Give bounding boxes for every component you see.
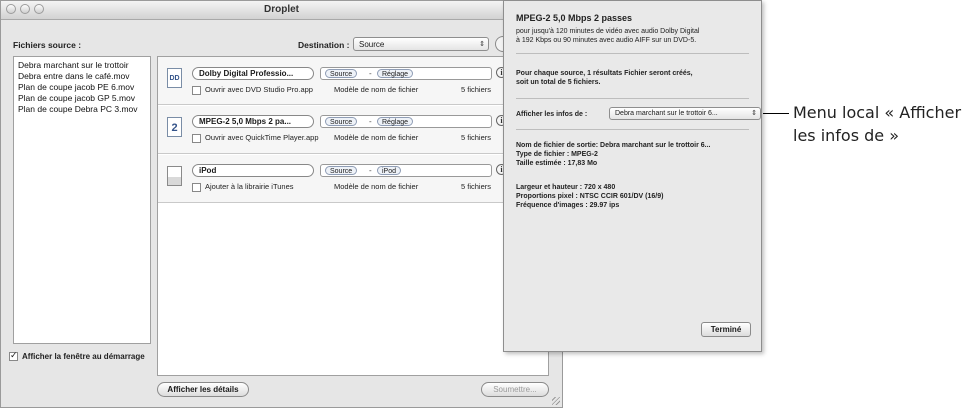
destination-label: Destination : — [298, 40, 350, 50]
setting-row[interactable]: iPod Source - iPod i Ajouter à la librai… — [158, 155, 548, 203]
output-filename: Nom de fichier de sortie: Debra marchant… — [516, 142, 711, 149]
setting-name: MPEG-2 5,0 Mbps 2 pa... — [199, 117, 292, 126]
show-info-value: Debra marchant sur le trottoir 6... — [615, 110, 718, 117]
pixel-aspect: Proportions pixel : NTSC CCIR 601/DV (16… — [516, 193, 664, 200]
source-file-item[interactable]: Debra entre dans le café.mov — [18, 71, 146, 82]
callout-line — [763, 113, 789, 114]
droplet-window: Droplet Fichiers source : Destination : … — [0, 0, 563, 408]
template-label: Modèle de nom de fichier — [334, 85, 419, 94]
drawer-desc-2: à 192 Kbps ou 90 minutes avec audio AIFF… — [516, 37, 697, 44]
frame-rate: Fréquence d'images : 29.97 ips — [516, 202, 620, 209]
template-label: Modèle de nom de fichier — [334, 133, 419, 142]
estimated-size: Taille estimée : 17,83 Mo — [516, 160, 598, 167]
done-button[interactable]: Terminé — [701, 322, 751, 337]
open-with-checkbox[interactable] — [192, 134, 201, 143]
token-source[interactable]: Source — [325, 166, 358, 175]
source-file-item[interactable]: Plan de coupe jacob GP 5.mov — [18, 93, 146, 104]
divider — [516, 129, 749, 130]
info-drawer: MPEG-2 5,0 Mbps 2 passes pour jusqu'à 12… — [503, 0, 762, 352]
destination-value: Source — [359, 40, 385, 49]
show-details-button[interactable]: Afficher les détails — [157, 382, 249, 397]
show-info-label: Afficher les infos de : — [516, 111, 588, 118]
resize-grip-icon[interactable] — [552, 397, 560, 405]
token-source[interactable]: Source — [325, 117, 358, 126]
source-file-item[interactable]: Plan de coupe Debra PC 3.mov — [18, 104, 146, 115]
ipod-icon — [167, 166, 182, 186]
file-count: 5 fichiers — [461, 85, 492, 94]
setting-popup[interactable]: MPEG-2 5,0 Mbps 2 pa... — [192, 115, 314, 128]
divider — [516, 53, 749, 54]
callout-line-2: les infos de » — [793, 126, 900, 145]
dimensions: Largeur et hauteur : 720 x 480 — [516, 184, 616, 191]
popup-arrows-icon: ⇕ — [479, 41, 485, 48]
show-at-startup-checkbox[interactable]: ✓ — [9, 350, 18, 361]
window-title: Droplet — [264, 4, 299, 15]
token-setting[interactable]: Réglage — [377, 69, 414, 78]
source-files-list[interactable]: Debra marchant sur le trottoir Debra ent… — [13, 56, 151, 344]
title-bar[interactable]: Droplet — [1, 1, 562, 20]
callout-text: Menu local « Afficher les infos de » — [793, 101, 961, 147]
open-with-checkbox[interactable] — [192, 86, 201, 95]
source-file-item[interactable]: Plan de coupe jacob PE 6.mov — [18, 82, 146, 93]
setting-row[interactable]: DD Dolby Digital Professio... Source - R… — [158, 57, 548, 105]
dd-icon: DD — [167, 68, 182, 88]
setting-popup[interactable]: Dolby Digital Professio... — [192, 67, 314, 80]
open-with-label: Ouvrir avec QuickTime Player.app — [205, 133, 319, 142]
result-line-1: Pour chaque source, 1 résultats Fichier … — [516, 70, 693, 77]
filename-template-field[interactable]: Source - iPod — [320, 164, 492, 177]
setting-name: Dolby Digital Professio... — [199, 69, 294, 78]
drawer-desc-1: pour jusqu'à 120 minutes de vidéo avec a… — [516, 28, 700, 35]
open-with-label: Ouvrir avec DVD Studio Pro.app — [205, 85, 313, 94]
file-type: Type de fichier : MPEG-2 — [516, 151, 598, 158]
destination-popup[interactable]: Source ⇕ — [353, 37, 489, 51]
filename-template-field[interactable]: Source - Réglage — [320, 115, 492, 128]
filename-template-field[interactable]: Source - Réglage — [320, 67, 492, 80]
token-setting[interactable]: iPod — [377, 166, 402, 175]
settings-area[interactable]: DD Dolby Digital Professio... Source - R… — [157, 56, 549, 376]
setting-row[interactable]: 2 MPEG-2 5,0 Mbps 2 pa... Source - Régla… — [158, 106, 548, 154]
template-label: Modèle de nom de fichier — [334, 182, 419, 191]
source-files-label: Fichiers source : — [13, 40, 82, 50]
mpeg2-icon: 2 — [167, 117, 182, 137]
checkmark-icon: ✓ — [10, 350, 18, 360]
submit-button[interactable]: Soumettre... — [481, 382, 549, 397]
itunes-label: Ajouter à la librairie iTunes — [205, 182, 294, 191]
file-count: 5 fichiers — [461, 182, 492, 191]
itunes-checkbox[interactable] — [192, 183, 201, 192]
source-file-item[interactable]: Debra marchant sur le trottoir — [18, 60, 146, 71]
show-info-popup[interactable]: Debra marchant sur le trottoir 6... ⇕ — [609, 107, 761, 120]
file-count: 5 fichiers — [461, 133, 492, 142]
token-separator: - — [369, 166, 372, 175]
divider — [516, 98, 749, 99]
token-separator: - — [369, 69, 372, 78]
popup-arrows-icon: ⇕ — [751, 110, 757, 117]
result-line-2: soit un total de 5 fichiers. — [516, 79, 601, 86]
drawer-title: MPEG-2 5,0 Mbps 2 passes — [516, 13, 633, 23]
setting-popup[interactable]: iPod — [192, 164, 314, 177]
setting-name: iPod — [199, 166, 217, 175]
show-at-startup-label: Afficher la fenêtre au démarrage — [22, 352, 145, 361]
token-separator: - — [369, 117, 372, 126]
token-source[interactable]: Source — [325, 69, 358, 78]
token-setting[interactable]: Réglage — [377, 117, 414, 126]
callout-line-1: Menu local « Afficher — [793, 103, 962, 122]
